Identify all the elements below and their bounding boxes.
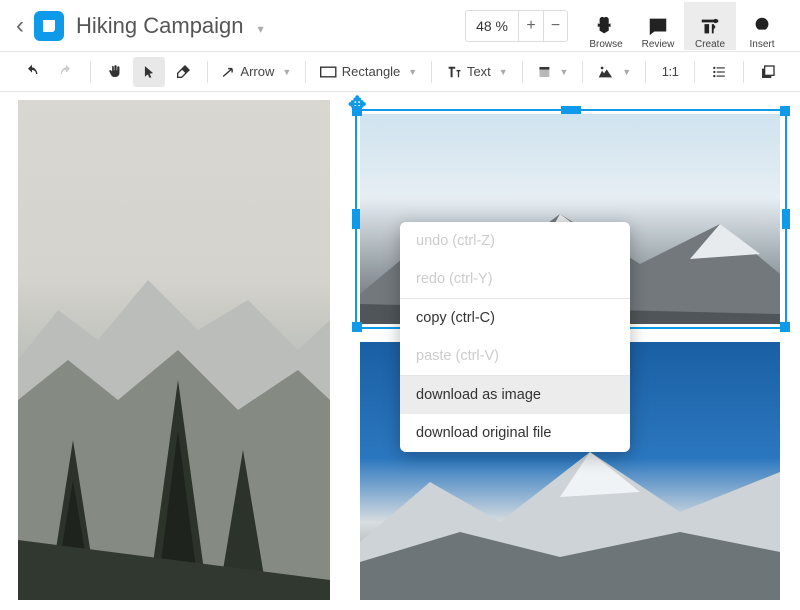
ratio-button[interactable]: 1:1 — [654, 57, 686, 87]
arrow-tool-button[interactable]: Arrow ▼ — [216, 57, 297, 87]
toolbar-separator — [582, 61, 583, 83]
context-menu-undo: undo (ctrl-Z) — [400, 222, 630, 260]
canvas-image-left[interactable] — [18, 100, 330, 600]
list-button[interactable] — [703, 57, 735, 87]
mode-insert[interactable]: Insert — [736, 2, 788, 50]
text-tool-button[interactable]: Text ▼ — [440, 57, 514, 87]
rectangle-tool-button[interactable]: Rectangle ▼ — [314, 57, 423, 87]
stack-button[interactable] — [752, 57, 784, 87]
mode-switcher: Browse Review Create Insert — [580, 2, 788, 50]
mode-review-label: Review — [642, 39, 675, 50]
toolbar-separator — [694, 61, 695, 83]
mode-review[interactable]: Review — [632, 2, 684, 50]
back-button[interactable]: ‹ — [12, 12, 28, 40]
toolbar-separator — [743, 61, 744, 83]
crop-tool-button[interactable]: ▼ — [591, 57, 637, 87]
chevron-down-icon: ▼ — [499, 67, 508, 77]
pan-tool-button[interactable] — [99, 57, 131, 87]
chevron-down-icon: ▼ — [622, 67, 631, 77]
toolbar-separator — [305, 61, 306, 83]
top-bar: ‹ Hiking Campaign ▾ 48 % + − Browse Revi… — [0, 0, 800, 52]
erase-tool-button[interactable] — [167, 57, 199, 87]
canvas[interactable]: ✥ undo (ctrl-Z) redo (ctrl-Y) copy (ctrl… — [0, 92, 800, 610]
resize-handle-mr[interactable] — [782, 209, 790, 229]
zoom-in-button[interactable]: + — [519, 11, 543, 41]
toolbar-separator — [207, 61, 208, 83]
project-title-text: Hiking Campaign — [76, 13, 244, 38]
toolbar: Arrow ▼ Rectangle ▼ Text ▼ ▼ ▼ 1:1 — [0, 52, 800, 92]
context-menu-redo: redo (ctrl-Y) — [400, 260, 630, 298]
mode-insert-label: Insert — [749, 39, 774, 50]
select-tool-button[interactable] — [133, 57, 165, 87]
toolbar-separator — [90, 61, 91, 83]
context-menu-download-original[interactable]: download original file — [400, 414, 630, 452]
mode-browse-label: Browse — [589, 39, 622, 50]
mode-create[interactable]: Create — [684, 2, 736, 50]
resize-handle-ml[interactable] — [352, 209, 360, 229]
context-menu-paste: paste (ctrl-V) — [400, 337, 630, 375]
resize-handle-mt[interactable] — [561, 106, 581, 114]
chevron-down-icon: ▼ — [408, 67, 417, 77]
resize-handle-tr[interactable] — [780, 106, 790, 116]
chevron-down-icon: ▾ — [258, 22, 264, 36]
toolbar-separator — [522, 61, 523, 83]
context-menu-copy[interactable]: copy (ctrl-C) — [400, 299, 630, 337]
undo-button[interactable] — [16, 57, 48, 87]
move-icon[interactable]: ✥ — [348, 92, 366, 118]
fill-tool-button[interactable]: ▼ — [531, 57, 575, 87]
toolbar-separator — [431, 61, 432, 83]
toolbar-separator — [645, 61, 646, 83]
rectangle-tool-label: Rectangle — [342, 64, 401, 79]
resize-handle-br[interactable] — [780, 322, 790, 332]
zoom-value[interactable]: 48 % — [466, 11, 519, 41]
zoom-out-button[interactable]: − — [543, 11, 567, 41]
chevron-down-icon: ▼ — [560, 67, 569, 77]
app-logo[interactable] — [34, 11, 64, 41]
mode-create-label: Create — [695, 39, 725, 50]
mode-browse[interactable]: Browse — [580, 2, 632, 50]
arrow-tool-label: Arrow — [240, 64, 274, 79]
context-menu-download-image[interactable]: download as image — [400, 376, 630, 414]
mountain-illustration — [18, 100, 330, 600]
redo-button[interactable] — [50, 57, 82, 87]
text-tool-label: Text — [467, 64, 491, 79]
chevron-down-icon: ▼ — [282, 67, 291, 77]
project-title[interactable]: Hiking Campaign ▾ — [76, 13, 264, 39]
context-menu: undo (ctrl-Z) redo (ctrl-Y) copy (ctrl-C… — [400, 222, 630, 452]
zoom-control: 48 % + − — [465, 10, 568, 42]
